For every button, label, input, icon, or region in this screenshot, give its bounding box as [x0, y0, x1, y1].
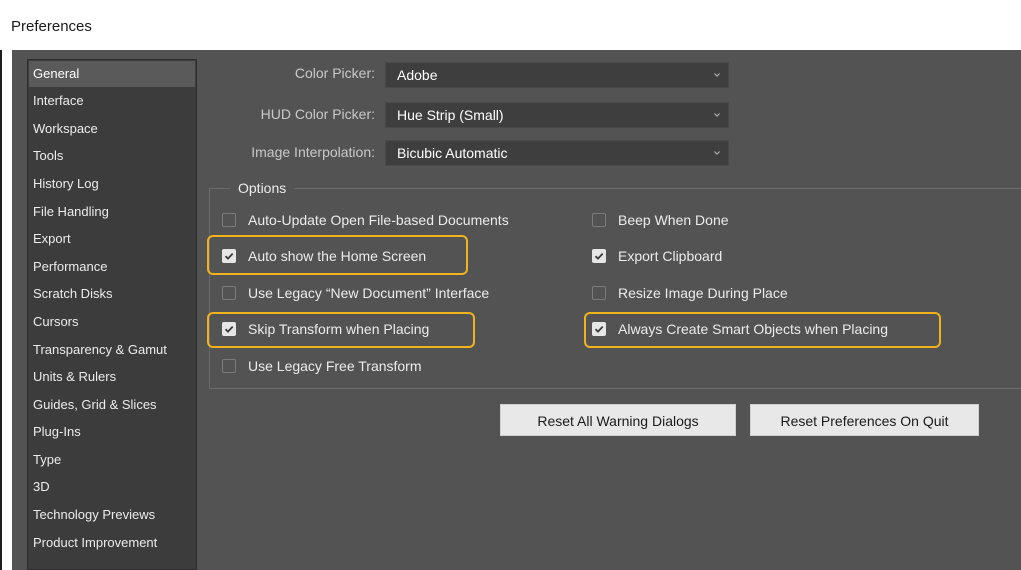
chevron-down-icon [714, 113, 720, 117]
checkbox-label: Use Legacy “New Document” Interface [248, 285, 490, 301]
checkbox-unchecked-icon [222, 359, 236, 373]
checkbox-unchecked-icon [222, 213, 236, 227]
sidebar-item-performance[interactable]: Performance [29, 254, 195, 280]
sidebar-item-technology-previews[interactable]: Technology Previews [29, 502, 195, 528]
sidebar-item-product-improvement[interactable]: Product Improvement [29, 530, 195, 556]
checkbox-resize-image-during-place[interactable]: Resize Image During Place [592, 282, 788, 304]
checkbox-unchecked-icon [592, 213, 606, 227]
checkbox-label: Use Legacy Free Transform [248, 358, 422, 374]
checkbox-checked-icon [592, 249, 606, 263]
options-legend: Options [230, 178, 295, 198]
image-interpolation-select[interactable]: Bicubic Automatic [385, 140, 729, 166]
sidebar-item-interface[interactable]: Interface [29, 88, 195, 114]
checkbox-checked-icon [222, 249, 236, 263]
checkbox-export-clipboard[interactable]: Export Clipboard [592, 245, 722, 267]
checkbox-skip-transform[interactable]: Skip Transform when Placing [222, 318, 429, 340]
sidebar-item-tools[interactable]: Tools [29, 143, 195, 169]
image-interpolation-value: Bicubic Automatic [397, 145, 508, 161]
checkbox-label: Skip Transform when Placing [248, 321, 430, 337]
checkbox-checked-icon [592, 322, 606, 336]
checkbox-label: Resize Image During Place [618, 285, 788, 301]
chevron-down-icon [714, 151, 720, 155]
checkbox-beep-when-done[interactable]: Beep When Done [592, 209, 729, 231]
checkbox-label: Auto-Update Open File-based Documents [248, 212, 509, 228]
checkbox-unchecked-icon [222, 286, 236, 300]
checkbox-label: Always Create Smart Objects when Placing [618, 321, 888, 337]
checkbox-label: Beep When Done [618, 212, 729, 228]
hud-color-picker-value: Hue Strip (Small) [397, 107, 504, 123]
sidebar-item-plug-ins[interactable]: Plug-Ins [29, 419, 195, 445]
sidebar-item-scratch-disks[interactable]: Scratch Disks [29, 281, 195, 307]
sidebar-item-cursors[interactable]: Cursors [29, 309, 195, 335]
sidebar-item-guides-grid-slices[interactable]: Guides, Grid & Slices [29, 392, 195, 418]
sidebar-item-units-rulers[interactable]: Units & Rulers [29, 364, 195, 390]
checkbox-label: Auto show the Home Screen [248, 248, 427, 264]
checkbox-label: Export Clipboard [618, 248, 723, 264]
title-bar: Preferences [0, 0, 1021, 50]
hud-color-picker-label: HUD Color Picker: [260, 106, 375, 122]
sidebar-item-history-log[interactable]: History Log [29, 171, 195, 197]
sidebar-item-export[interactable]: Export [29, 226, 195, 252]
reset-all-warning-dialogs-button[interactable]: Reset All Warning Dialogs [500, 404, 736, 436]
checkbox-legacy-new-document[interactable]: Use Legacy “New Document” Interface [222, 282, 489, 304]
sidebar-item-workspace[interactable]: Workspace [29, 116, 195, 142]
color-picker-label: Color Picker: [294, 65, 375, 81]
sidebar: General Interface Workspace Tools Histor… [27, 59, 197, 570]
window-title: Preferences [11, 18, 92, 35]
image-interpolation-label: Image Interpolation: [251, 144, 375, 160]
sidebar-item-type[interactable]: Type [29, 447, 195, 473]
sidebar-item-transparency-gamut[interactable]: Transparency & Gamut [29, 337, 195, 363]
window-left-edge [0, 0, 2, 570]
chevron-down-icon [714, 73, 720, 77]
checkbox-unchecked-icon [592, 286, 606, 300]
sidebar-item-general[interactable]: General [29, 61, 195, 87]
reset-preferences-on-quit-button[interactable]: Reset Preferences On Quit [750, 404, 979, 436]
checkbox-checked-icon [222, 322, 236, 336]
checkbox-always-create-smart-objects[interactable]: Always Create Smart Objects when Placing [592, 318, 888, 340]
sidebar-item-file-handling[interactable]: File Handling [29, 199, 195, 225]
checkbox-legacy-free-transform[interactable]: Use Legacy Free Transform [222, 355, 422, 377]
sidebar-item-3d[interactable]: 3D [29, 474, 195, 500]
color-picker-value: Adobe [397, 67, 438, 83]
checkbox-auto-update-documents[interactable]: Auto-Update Open File-based Documents [222, 209, 509, 231]
color-picker-select[interactable]: Adobe [385, 62, 729, 88]
checkbox-auto-show-home-screen[interactable]: Auto show the Home Screen [222, 245, 426, 267]
preferences-dialog: General Interface Workspace Tools Histor… [12, 50, 1021, 570]
hud-color-picker-select[interactable]: Hue Strip (Small) [385, 102, 729, 128]
